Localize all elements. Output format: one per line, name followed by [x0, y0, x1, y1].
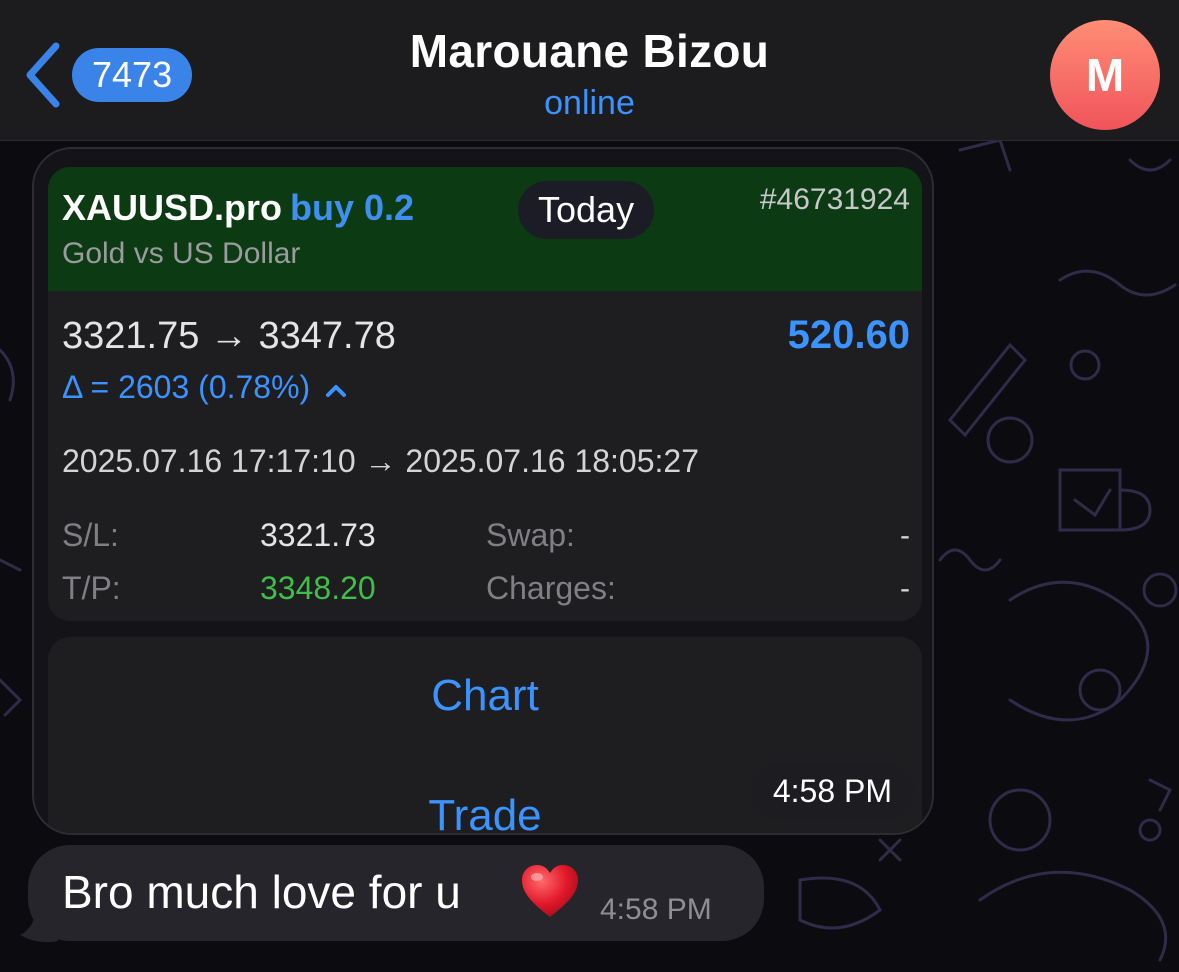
sl-value: 3321.73 — [260, 517, 376, 553]
trade-direction: buy 0.2 — [290, 187, 415, 228]
message-timestamp: 4:58 PM — [600, 893, 712, 926]
trade-card[interactable]: XAUUSD.pro buy 0.2 Gold vs US Dollar #467… — [48, 167, 922, 621]
date-separator-chip: Today — [518, 181, 655, 239]
price-delta: Δ = 2603 (0.78%) — [62, 369, 347, 406]
charges-value: - — [900, 572, 910, 605]
swap-value: - — [900, 519, 910, 552]
charges-label: Charges: — [486, 570, 616, 606]
instrument-description: Gold vs US Dollar — [62, 237, 301, 270]
sl-label: S/L: — [62, 517, 119, 553]
ticket-number: #46731924 — [759, 183, 910, 216]
tp-value: 3348.20 — [260, 570, 376, 606]
chat-title[interactable]: Marouane Bizou — [0, 24, 1179, 78]
tp-label: T/P: — [62, 570, 121, 606]
message-text: Bro much love for u — [62, 866, 461, 918]
trade-symbol: XAUUSD.pro — [62, 187, 283, 228]
chat-header: 7473 Marouane Bizou online M — [0, 0, 1179, 141]
caret-up-icon — [326, 384, 347, 397]
avatar[interactable]: M — [1050, 20, 1160, 130]
chart-button[interactable]: Chart — [48, 671, 922, 721]
price-delta-text: Δ = 2603 (0.78%) — [62, 369, 311, 405]
open-close-prices: 3321.75 → 3347.78 — [62, 315, 396, 357]
message-timestamp: 4:58 PM — [750, 763, 914, 819]
symbol-line: XAUUSD.pro buy 0.2 — [62, 187, 414, 229]
chat-status: online — [544, 84, 635, 122]
trade-card-header: XAUUSD.pro buy 0.2 Gold vs US Dollar #467… — [48, 167, 922, 291]
swap-label: Swap: — [486, 517, 575, 553]
heart-emoji-icon — [522, 865, 578, 917]
trade-message-bubble: XAUUSD.pro buy 0.2 Gold vs US Dollar #467… — [32, 147, 934, 835]
trade-time-range: 2025.07.16 17:17:10 → 2025.07.16 18:05:2… — [62, 443, 699, 479]
profit-value: 520.60 — [787, 313, 910, 357]
text-message-bubble[interactable]: Bro much love for u 4:58 PM — [28, 845, 764, 941]
